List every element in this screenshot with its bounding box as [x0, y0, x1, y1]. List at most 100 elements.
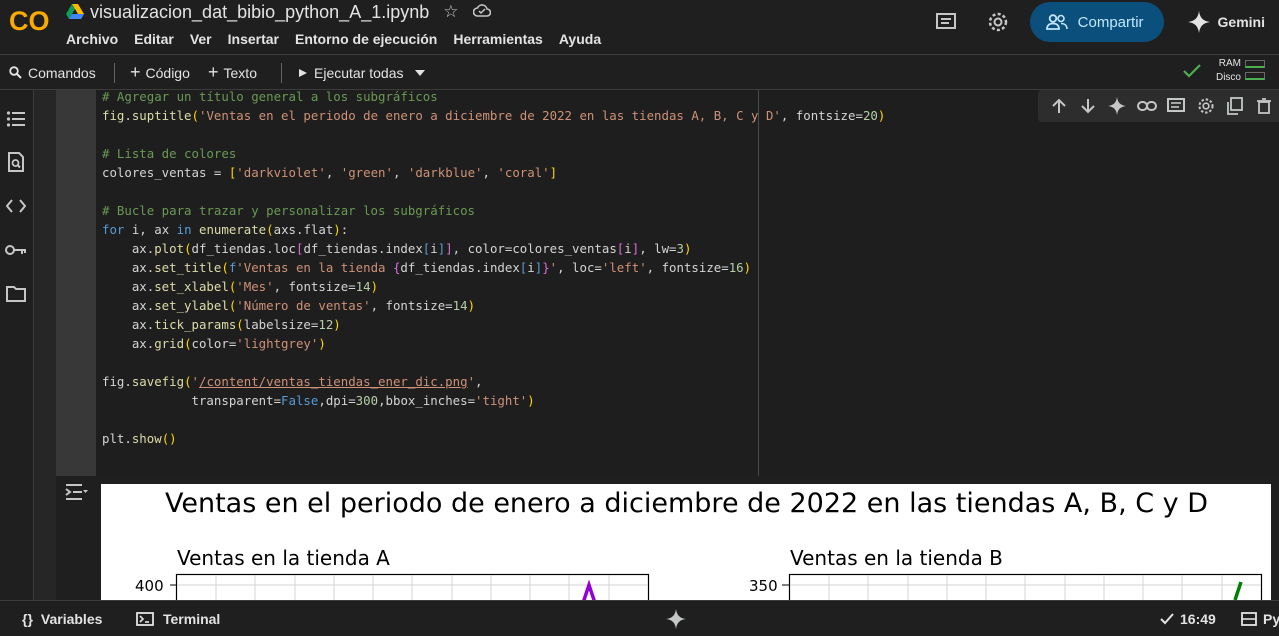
commands-button[interactable]: Comandos [9, 55, 96, 90]
cell-run-area [56, 90, 96, 476]
add-text-button[interactable]: + Texto [208, 55, 257, 90]
runtime-label: Py [1263, 610, 1279, 627]
code-line-17: transparent=False,dpi=300,bbox_inches='t… [102, 393, 535, 408]
disk-bar [1245, 72, 1265, 80]
runtime-icon [1241, 611, 1257, 626]
ram-label: RAM [1218, 58, 1241, 69]
code-line-5: colores_ventas = ['darkviolet', 'green',… [102, 165, 558, 180]
mirror-cell-icon[interactable] [1220, 90, 1249, 122]
play-icon [299, 68, 307, 77]
find-replace-icon[interactable] [5, 151, 27, 173]
gemini-sparkle-icon [1187, 11, 1210, 33]
comments-icon[interactable] [934, 10, 958, 34]
move-up-icon[interactable] [1044, 90, 1073, 122]
code-line-2: fig.suptitle('Ventas en el periodo de en… [102, 108, 886, 123]
left-sidebar [0, 90, 34, 600]
share-button[interactable]: Compartir [1029, 2, 1164, 42]
runtime-button[interactable]: Py [1241, 601, 1279, 636]
ram-bar [1245, 60, 1265, 68]
subplot-b-axes [782, 573, 1263, 600]
run-all-button[interactable]: Ejecutar todas [298, 55, 426, 90]
top-bar: CO visualizacion_dat_bibio_python_A_1.ip… [0, 0, 1279, 54]
move-down-icon[interactable] [1073, 90, 1102, 122]
plus-icon: + [130, 62, 141, 82]
check-icon [1160, 612, 1174, 624]
cell-gutter [34, 90, 56, 600]
code-line-19: plt.show() [102, 431, 177, 446]
subplot-title-a: Ventas en la tienda A [177, 546, 390, 570]
menu-entorno[interactable]: Entorno de ejecución [295, 31, 437, 47]
code-line-8: for i, ax in enumerate(axs.flat): [102, 222, 349, 237]
settings-gear-icon[interactable] [986, 10, 1010, 34]
subplot-a-ytick: 400 [135, 577, 164, 595]
gemini-sparkle-icon [666, 608, 686, 629]
terminal-button[interactable]: Terminal [136, 601, 220, 636]
code-cell[interactable]: # Agregar un título general a los subgrá… [56, 90, 1279, 476]
add-code-button[interactable]: + Código [130, 55, 190, 90]
share-label: Compartir [1077, 13, 1144, 31]
braces-icon: {} [22, 610, 33, 627]
people-icon [1045, 14, 1068, 30]
delete-icon[interactable] [1250, 90, 1279, 122]
table-of-contents-icon[interactable] [5, 108, 27, 130]
variables-label: Variables [40, 610, 103, 627]
notebook-title[interactable]: visualizacion_dat_bibio_python_A_1.ipynb [90, 2, 429, 23]
cloud-saved-icon[interactable] [472, 2, 491, 22]
svg-text:CO: CO [9, 6, 50, 35]
menu-editar[interactable]: Editar [134, 31, 174, 47]
files-folder-icon[interactable] [5, 283, 27, 305]
gemini-cell-icon[interactable] [1103, 90, 1132, 122]
code-line-10: ax.set_title(f'Ventas en la tienda {df_t… [102, 260, 752, 275]
star-icon[interactable]: ☆ [443, 2, 458, 22]
add-code-label: Código [145, 64, 190, 81]
menu-bar: Archivo Editar Ver Insertar Entorno de e… [66, 31, 617, 47]
menu-ayuda[interactable]: Ayuda [559, 31, 601, 47]
subplot-b-ytick: 350 [749, 577, 778, 595]
toolbar-divider [114, 63, 115, 83]
connected-check-icon [1183, 64, 1201, 78]
menu-archivo[interactable]: Archivo [66, 31, 118, 47]
matplotlib-figure: Ventas en el periodo de enero a diciembr… [101, 484, 1271, 600]
gemini-status-button[interactable] [666, 601, 686, 636]
code-line-16: fig.savefig('/content/ventas_tiendas_ene… [102, 374, 483, 389]
comment-icon[interactable] [1162, 90, 1191, 122]
code-snippets-icon[interactable] [5, 195, 27, 217]
terminal-icon [136, 611, 154, 626]
variables-button[interactable]: {} Variables [22, 601, 102, 636]
link-icon[interactable] [1132, 90, 1161, 122]
code-editor[interactable]: # Agregar un título general a los subgrá… [96, 90, 1279, 476]
secrets-key-icon[interactable] [5, 239, 27, 261]
figure-suptitle: Ventas en el periodo de enero a diciembr… [165, 488, 1209, 519]
gemini-label: Gemini [1217, 14, 1265, 30]
subplot-a-axes [170, 573, 650, 600]
code-line-12: ax.set_ylabel('Número de ventas', fontsi… [102, 298, 476, 313]
cell-settings-gear-icon[interactable] [1191, 90, 1220, 122]
execution-time: 16:49 [1180, 610, 1216, 627]
search-icon [9, 66, 22, 79]
add-text-label: Texto [223, 64, 257, 81]
menu-ver[interactable]: Ver [190, 31, 212, 47]
execution-status[interactable]: 16:49 [1160, 601, 1216, 636]
code-text: # Agregar un título general a los subgrá… [102, 90, 885, 448]
resources-indicator[interactable]: RAM Disco [1182, 57, 1265, 85]
cell-toolbar [1038, 90, 1279, 122]
status-bar: {} Variables Terminal 16:49 Py [0, 600, 1279, 636]
code-line-13: ax.tick_params(labelsize=12) [102, 317, 341, 332]
gemini-button[interactable]: Gemini [1187, 11, 1265, 33]
disk-label: Disco [1215, 72, 1241, 83]
code-line-11: ax.set_xlabel('Mes', fontsize=14) [102, 279, 379, 294]
subplot-a-series-line [582, 579, 596, 600]
chevron-down-icon[interactable] [414, 69, 426, 77]
run-all-label: Ejecutar todas [314, 64, 404, 81]
output-actions-icon[interactable] [64, 482, 90, 504]
subplot-b-series-end [1233, 581, 1243, 600]
plus-icon: + [208, 62, 219, 82]
toolbar-divider [281, 63, 282, 83]
subplot-title-b: Ventas en la tienda B [790, 546, 1003, 570]
code-line-4: # Lista de colores [102, 146, 237, 161]
colab-logo[interactable]: CO [8, 5, 50, 35]
drive-icon[interactable] [66, 4, 84, 20]
menu-herramientas[interactable]: Herramientas [453, 31, 543, 47]
menu-insertar[interactable]: Insertar [228, 31, 279, 47]
code-line-1: # Agregar un título general a los subgrá… [102, 90, 438, 104]
